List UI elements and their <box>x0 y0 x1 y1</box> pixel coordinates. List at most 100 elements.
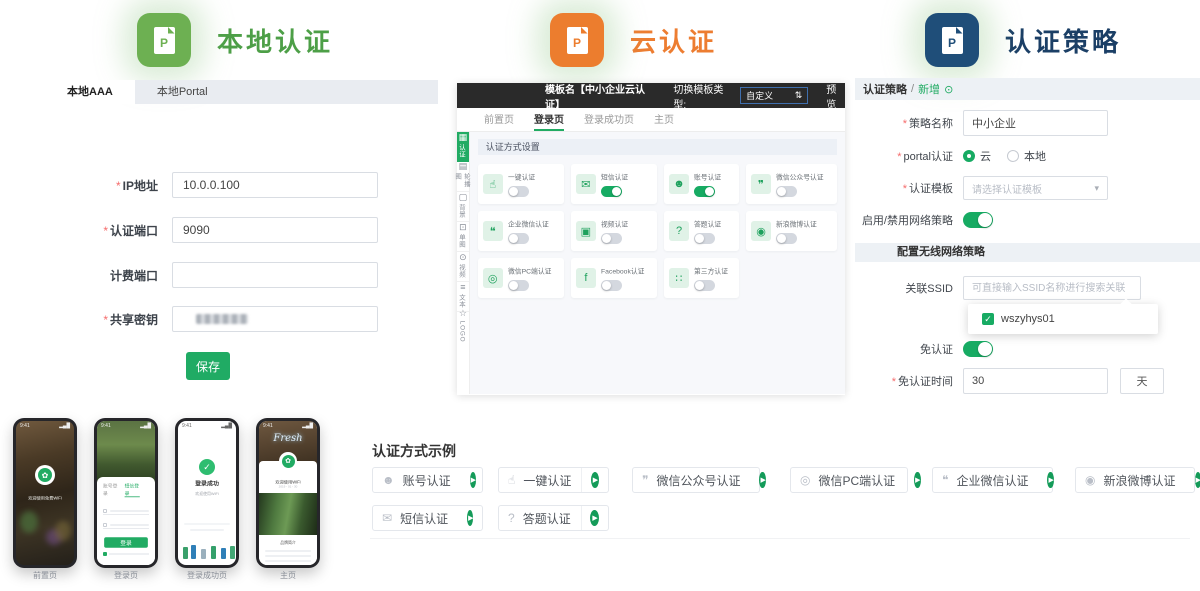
auth-port-input[interactable] <box>172 217 378 243</box>
agreement-row <box>103 552 149 556</box>
wechat-pc-icon: ◎ <box>483 268 503 288</box>
auth-card-third-party: ∷第三方认证 <box>664 258 739 298</box>
policy-name-input[interactable] <box>963 110 1108 136</box>
login-tab-sms[interactable]: 短信登录 <box>125 482 140 497</box>
play-icon[interactable]: ▶ <box>759 472 765 488</box>
example-sms-auth[interactable]: ✉ 短信认证 ▶ <box>372 505 483 531</box>
play-icon[interactable]: ▶ <box>467 510 473 526</box>
example-wechat-official-auth[interactable]: ❞ 微信公众号认证 ▶ <box>632 467 760 493</box>
toggle[interactable] <box>508 186 529 197</box>
wecom-icon: ❝ <box>942 473 948 487</box>
phone-login-success-page: 9:41▂▄█ ✓ 登录成功 欢迎使用WiFi <box>175 418 239 568</box>
acct-port-input[interactable] <box>172 262 378 288</box>
breadcrumb-root[interactable]: 认证策略 <box>863 81 907 97</box>
masked-value <box>196 314 248 324</box>
ssid-search-input[interactable] <box>963 276 1141 300</box>
text-icon: ≡ <box>460 283 465 292</box>
radio-cloud[interactable] <box>963 150 975 162</box>
phone-home-page: 9:41▂▄█ Fresh ✿ 欢迎使用WiFi 2019 - 01 - 30 … <box>256 418 320 568</box>
tab-local-portal[interactable]: 本地Portal <box>135 80 230 104</box>
login-input[interactable] <box>103 507 149 515</box>
ssid-option[interactable]: wszyhys01 <box>1001 313 1055 325</box>
ssid-checkbox[interactable]: ✓ <box>982 313 994 325</box>
toggle[interactable] <box>694 186 715 197</box>
tab-local-aaa[interactable]: 本地AAA <box>45 80 135 104</box>
wecom-icon: ❝ <box>483 221 503 241</box>
acct-port-label: 计费端口 <box>110 269 158 283</box>
free-time-unit: 天 <box>1120 368 1164 394</box>
login-button[interactable]: 登录 <box>104 537 148 547</box>
auth-card-wechat-official: ❞微信公众号认证 <box>746 164 837 204</box>
toggle[interactable] <box>601 186 622 197</box>
radio-local[interactable] <box>1007 150 1019 162</box>
example-weibo-auth[interactable]: ◉ 新浪微博认证 ▶ <box>1075 467 1195 493</box>
toggle[interactable] <box>694 280 715 291</box>
play-icon[interactable]: ▶ <box>914 472 920 488</box>
auth-card-account: ☻账号认证 <box>664 164 739 204</box>
portal-doc-icon: P <box>942 27 963 54</box>
play-icon[interactable]: ▶ <box>590 510 599 526</box>
toggle[interactable] <box>601 280 622 291</box>
ip-input[interactable] <box>172 172 378 198</box>
toggle[interactable] <box>694 233 715 244</box>
auth-card-weibo: ◉新浪微博认证 <box>746 211 837 251</box>
cloud-auth-title: 云认证 <box>630 22 717 59</box>
required-mark: * <box>903 118 907 130</box>
example-one-key-auth[interactable]: ☝ 一键认证 ▶ <box>498 467 609 493</box>
toggle[interactable] <box>508 280 529 291</box>
tab-login-page[interactable]: 登录页 <box>534 108 564 131</box>
local-auth-title: 本地认证 <box>217 22 333 59</box>
enable-policy-row: 启用/禁用网络策略 <box>855 212 993 228</box>
phone-caption: 前置页 <box>13 570 77 581</box>
sidebar-item-logo[interactable]: ☆LOGO <box>457 312 469 342</box>
ssid-label: 关联SSID <box>855 280 963 296</box>
ip-label: IP地址 <box>123 179 158 193</box>
auth-methods-section-title: 认证方式设置 <box>478 139 837 155</box>
local-auth-tabbar: 本地AAA 本地Portal <box>45 80 438 104</box>
sidebar-item-carousel[interactable]: ▤轮播图 <box>457 162 469 192</box>
save-button[interactable]: 保存 <box>186 352 230 380</box>
wechat-pc-icon: ◎ <box>800 473 810 487</box>
sidebar-item-single-image[interactable]: ⊡单图 <box>457 222 469 252</box>
toggle[interactable] <box>776 233 797 244</box>
field-row-auth-port: *认证端口 <box>0 217 378 243</box>
example-account-auth[interactable]: ☻ 账号认证 ▶ <box>372 467 483 493</box>
password-input[interactable] <box>103 521 149 529</box>
template-type-select[interactable]: 自定义 ⇅ <box>740 87 808 104</box>
example-wecom-auth[interactable]: ❝ 企业微信认证 ▶ <box>932 467 1053 493</box>
example-wechat-pc-auth[interactable]: ◎ 微信PC端认证 ▶ <box>790 467 908 493</box>
required-mark: * <box>897 151 901 163</box>
sidebar-item-video[interactable]: ⊙视频 <box>457 252 469 282</box>
tab-pre-page[interactable]: 前置页 <box>484 108 514 131</box>
image-icon: ⊡ <box>459 223 467 232</box>
login-tab-account[interactable]: 账号登录 <box>103 482 118 497</box>
play-icon[interactable]: ▶ <box>1047 472 1053 488</box>
free-time-input[interactable] <box>963 368 1108 394</box>
shared-key-label: 共享密钥 <box>110 313 158 327</box>
example-quiz-auth[interactable]: ? 答题认证 ▶ <box>498 505 609 531</box>
play-icon[interactable]: ▶ <box>1195 472 1200 488</box>
tab-login-success-page[interactable]: 登录成功页 <box>584 108 634 131</box>
auth-template-select[interactable]: 请选择认证模板 ▾ <box>963 176 1108 200</box>
sidebar-item-background[interactable]: ▢背景 <box>457 192 469 222</box>
play-icon[interactable]: ▶ <box>591 472 599 488</box>
radio-cloud-label[interactable]: 云 <box>980 148 991 164</box>
policy-name-label: 策略名称 <box>909 118 953 130</box>
toggle[interactable] <box>508 233 529 244</box>
auth-method-grid: ☝一键认证 ✉短信认证 ☻账号认证 ❞微信公众号认证 ❝企业微信认证 ▣视频认证… <box>478 164 837 298</box>
one-key-icon: ☝ <box>483 174 503 194</box>
background-icon: ▢ <box>459 193 468 202</box>
preview-button[interactable]: 预览 <box>826 81 845 111</box>
policy-header: P 认证策略 <box>925 13 1121 67</box>
tab-home-page[interactable]: 主页 <box>654 108 674 131</box>
enable-policy-toggle[interactable] <box>963 212 993 228</box>
auth-card-one-key: ☝一键认证 <box>478 164 564 204</box>
toggle[interactable] <box>601 233 622 244</box>
sidebar-item-text[interactable]: ≡文本 <box>457 282 469 312</box>
policy-app-icon: P <box>925 13 979 67</box>
play-icon[interactable]: ▶ <box>470 472 476 488</box>
free-auth-toggle[interactable] <box>963 341 993 357</box>
toggle[interactable] <box>776 186 797 197</box>
radio-local-label[interactable]: 本地 <box>1024 148 1046 164</box>
sidebar-item-auth[interactable]: ▦认证 <box>457 132 469 162</box>
